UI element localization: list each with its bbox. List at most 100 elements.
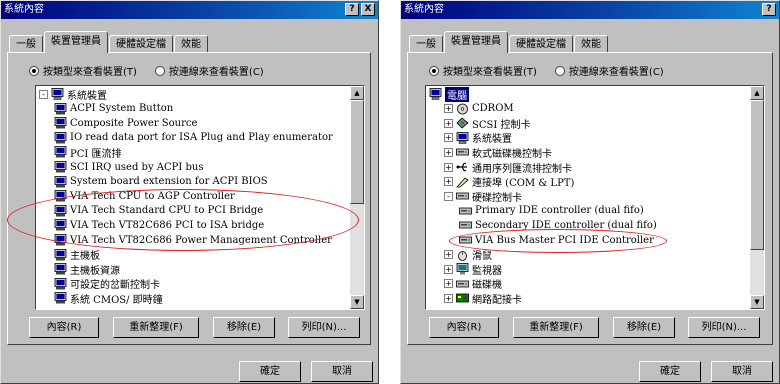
- device-tree-item[interactable]: VIA Tech VT82C686 PCI to ISA bridge: [54, 218, 264, 232]
- collapse-icon[interactable]: -: [444, 191, 453, 201]
- device-tree-item-label: 滑鼠: [472, 251, 492, 263]
- title-bar[interactable]: 系統內容 ? X: [1, 1, 378, 19]
- device-tree-item-label: VIA Tech VT82C686 PCI to ISA bridge: [70, 219, 265, 231]
- device-tree-item[interactable]: 系統 CMOS/ 即時鐘: [54, 291, 163, 306]
- device-tree-item[interactable]: IO read data port for ISA Plug and Play …: [54, 131, 333, 145]
- scroll-thumb[interactable]: [350, 100, 364, 204]
- device-tree-item-label: SCI IRQ used by ACPI bus: [70, 161, 204, 173]
- tab-hardware-profiles[interactable]: 硬體設定檔: [109, 35, 173, 53]
- device-tree-item[interactable]: 主機板: [54, 248, 100, 262]
- device-icon: [54, 175, 67, 188]
- radio-label: 按連線來查看裝置(C): [168, 67, 264, 78]
- expand-icon[interactable]: +: [444, 177, 453, 187]
- device-tree-item[interactable]: + 軟式磁碟機控制卡: [444, 145, 552, 160]
- device-tree-item-label: PCI 匯流排: [70, 148, 122, 160]
- device-tree-item[interactable]: + 滑鼠: [444, 248, 492, 262]
- device-tree-item[interactable]: 電腦: [429, 86, 469, 102]
- radio-indicator: [29, 65, 39, 76]
- device-tree-item[interactable]: + CDROM: [444, 102, 514, 116]
- device-tree-item[interactable]: VIA Bus Master PCI IDE Controller: [459, 233, 654, 247]
- remove-button[interactable]: 移除(E): [613, 317, 675, 338]
- device-tree-item[interactable]: SCI IRQ used by ACPI bus: [54, 160, 204, 174]
- device-tree-item[interactable]: ACPI System Button: [54, 102, 173, 116]
- radio-view-by-connection[interactable]: 按連線來查看裝置(C): [554, 63, 664, 78]
- properties-button[interactable]: 內容(R): [429, 317, 499, 338]
- expand-icon[interactable]: +: [444, 133, 453, 143]
- properties-button[interactable]: 內容(R): [29, 317, 99, 338]
- window-title: 系統內容: [4, 4, 44, 15]
- expand-icon[interactable]: +: [444, 279, 453, 289]
- drive-icon: [456, 190, 469, 202]
- print-button[interactable]: 列印(N)...: [688, 317, 760, 338]
- tab-general[interactable]: 一般: [9, 35, 43, 53]
- tab-general[interactable]: 一般: [409, 35, 443, 53]
- ok-button[interactable]: 確定: [639, 361, 701, 382]
- title-bar[interactable]: 系統內容 ?: [401, 1, 779, 19]
- remove-button[interactable]: 移除(E): [213, 317, 275, 338]
- device-tree-item[interactable]: Primary IDE controller (dual fifo): [459, 204, 644, 218]
- device-tree-item-label: Composite Power Source: [70, 117, 198, 129]
- drive-icon: [456, 146, 469, 158]
- device-tree[interactable]: - 系統裝置 ACPI System Button Composite Power S…: [35, 85, 365, 310]
- device-tree-item[interactable]: System board extension for ACPI BIOS: [54, 175, 268, 189]
- ok-button[interactable]: 確定: [239, 361, 301, 382]
- radio-view-by-connection[interactable]: 按連線來查看裝置(C): [154, 63, 264, 78]
- device-tree-item[interactable]: + 通用序列匯流排控制卡: [444, 160, 572, 175]
- scroll-up-icon[interactable]: ▲: [350, 86, 364, 100]
- scroll-down-icon[interactable]: ▼: [750, 295, 764, 309]
- device-tree-item-label: VIA Tech CPU to AGP Controller: [70, 190, 235, 202]
- device-tree-item[interactable]: Composite Power Source: [54, 116, 197, 130]
- device-tree-item[interactable]: 可設定的岔斷控制卡: [54, 277, 160, 291]
- expand-icon[interactable]: +: [444, 264, 453, 274]
- expand-icon[interactable]: +: [444, 147, 453, 157]
- port-icon: [456, 176, 469, 188]
- radio-view-by-type[interactable]: 按類型來查看裝置(T): [29, 63, 137, 78]
- device-tree-item[interactable]: + 網路配接卡: [444, 291, 522, 306]
- expand-icon[interactable]: +: [444, 162, 453, 172]
- device-tree-item[interactable]: VIA Tech CPU to AGP Controller: [54, 189, 235, 203]
- cancel-button[interactable]: 取消: [311, 361, 373, 382]
- device-tree-item[interactable]: Secondary IDE controller (dual fifo): [459, 218, 657, 232]
- device-tree-item[interactable]: VIA Tech VT82C686 Power Management Contr…: [54, 233, 332, 247]
- help-button[interactable]: ?: [345, 3, 359, 16]
- scroll-up-icon[interactable]: ▲: [750, 86, 764, 100]
- device-tree-item[interactable]: PCI 匯流排: [54, 145, 122, 160]
- device-tree-item-label: Secondary IDE controller (dual fifo): [475, 219, 657, 231]
- device-tree-item[interactable]: + 連接埠 (COM & LPT): [444, 175, 574, 189]
- expand-icon[interactable]: +: [444, 104, 453, 114]
- device-icon: [54, 117, 67, 129]
- computer-icon: [429, 88, 442, 100]
- device-tree-item[interactable]: VIA Tech Standard CPU to PCI Bridge: [54, 204, 263, 218]
- help-button[interactable]: ?: [762, 3, 776, 16]
- vertical-scrollbar[interactable]: ▲ ▼: [750, 86, 764, 309]
- refresh-button[interactable]: 重新整理(F): [113, 317, 199, 338]
- print-button[interactable]: 列印(N)...: [288, 317, 360, 338]
- tab-performance[interactable]: 效能: [174, 35, 208, 53]
- device-tree-item[interactable]: 主機板資源: [54, 262, 120, 277]
- scroll-thumb[interactable]: [750, 100, 764, 250]
- expand-icon[interactable]: +: [444, 250, 453, 260]
- cancel-button[interactable]: 取消: [711, 361, 773, 382]
- device-tree[interactable]: 電腦 + CDROM + SCSI 控制卡 + 系統裝置 + 軟式磁碟機控制卡 + 通用序列匯流排控…: [425, 85, 765, 310]
- expand-icon[interactable]: +: [444, 293, 453, 303]
- collapse-icon[interactable]: -: [39, 89, 48, 99]
- scroll-down-icon[interactable]: ▼: [350, 295, 364, 309]
- device-tree-item-label: VIA Tech Standard CPU to PCI Bridge: [70, 205, 264, 217]
- radio-view-by-type[interactable]: 按類型來查看裝置(T): [429, 63, 537, 78]
- device-tree-item[interactable]: + SCSI 控制卡: [444, 116, 530, 131]
- device-tree-item[interactable]: + 磁碟機: [444, 277, 502, 291]
- device-tree-item[interactable]: + 系統裝置: [444, 131, 512, 145]
- tab-hardware-profiles[interactable]: 硬體設定檔: [509, 35, 573, 53]
- tab-device-manager[interactable]: 裝置管理員: [444, 31, 508, 53]
- close-button[interactable]: X: [361, 3, 375, 16]
- tab-performance[interactable]: 效能: [574, 35, 608, 53]
- device-tree-item-label: System board extension for ACPI BIOS: [70, 176, 268, 188]
- vertical-scrollbar[interactable]: ▲ ▼: [350, 86, 364, 309]
- device-tree-item[interactable]: - 硬碟控制卡: [444, 189, 522, 204]
- tab-device-manager[interactable]: 裝置管理員: [44, 31, 108, 53]
- device-tree-item[interactable]: + 監視器: [444, 262, 502, 277]
- refresh-button[interactable]: 重新整理(F): [513, 317, 599, 338]
- expand-icon[interactable]: +: [444, 118, 453, 128]
- view-mode-radios: 按類型來查看裝置(T) 按連線來查看裝置(C): [29, 63, 264, 78]
- device-tree-item[interactable]: - 系統裝置: [39, 87, 107, 102]
